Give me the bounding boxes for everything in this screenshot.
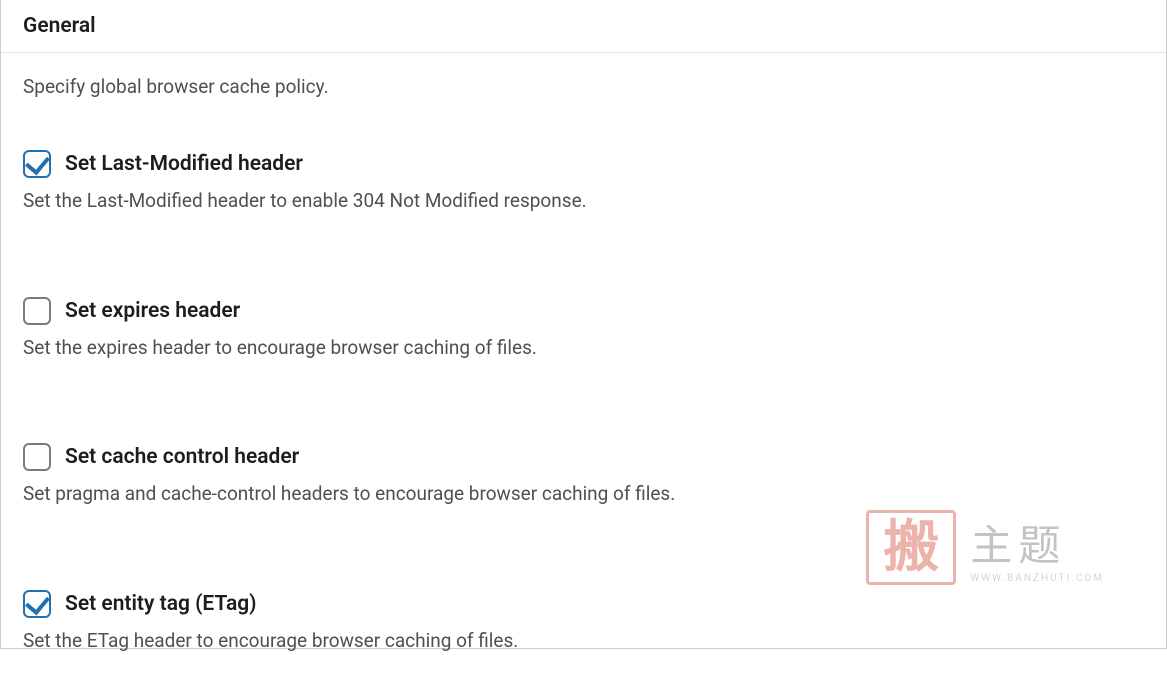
option-label[interactable]: Set Last-Modified header [65,152,303,176]
checkbox-cache-control[interactable] [23,443,51,471]
panel-title: General [23,14,1144,38]
panel-description: Specify global browser cache policy. [23,75,1144,98]
panel-body: Specify global browser cache policy. Set… [1,53,1166,676]
settings-panel: General Specify global browser cache pol… [0,0,1167,649]
option-row: Set cache control header [23,443,1144,471]
checkbox-last-modified[interactable] [23,150,51,178]
checkbox-expires[interactable] [23,297,51,325]
option-description: Set the expires header to encourage brow… [23,335,1144,362]
option-last-modified: Set Last-Modified header Set the Last-Mo… [23,150,1144,215]
option-description: Set the ETag header to encourage browser… [23,628,1144,655]
option-expires: Set expires header Set the expires heade… [23,297,1144,362]
option-cache-control: Set cache control header Set pragma and … [23,443,1144,508]
option-row: Set expires header [23,297,1144,325]
checkbox-etag[interactable] [23,590,51,618]
option-label[interactable]: Set cache control header [65,445,299,469]
option-row: Set entity tag (ETag) [23,590,1144,618]
panel-header: General [1,0,1166,53]
option-label[interactable]: Set expires header [65,299,240,323]
option-description: Set the Last-Modified header to enable 3… [23,188,1144,215]
option-label[interactable]: Set entity tag (ETag) [65,592,257,616]
option-etag: Set entity tag (ETag) Set the ETag heade… [23,590,1144,655]
option-description: Set pragma and cache-control headers to … [23,481,1144,508]
option-row: Set Last-Modified header [23,150,1144,178]
